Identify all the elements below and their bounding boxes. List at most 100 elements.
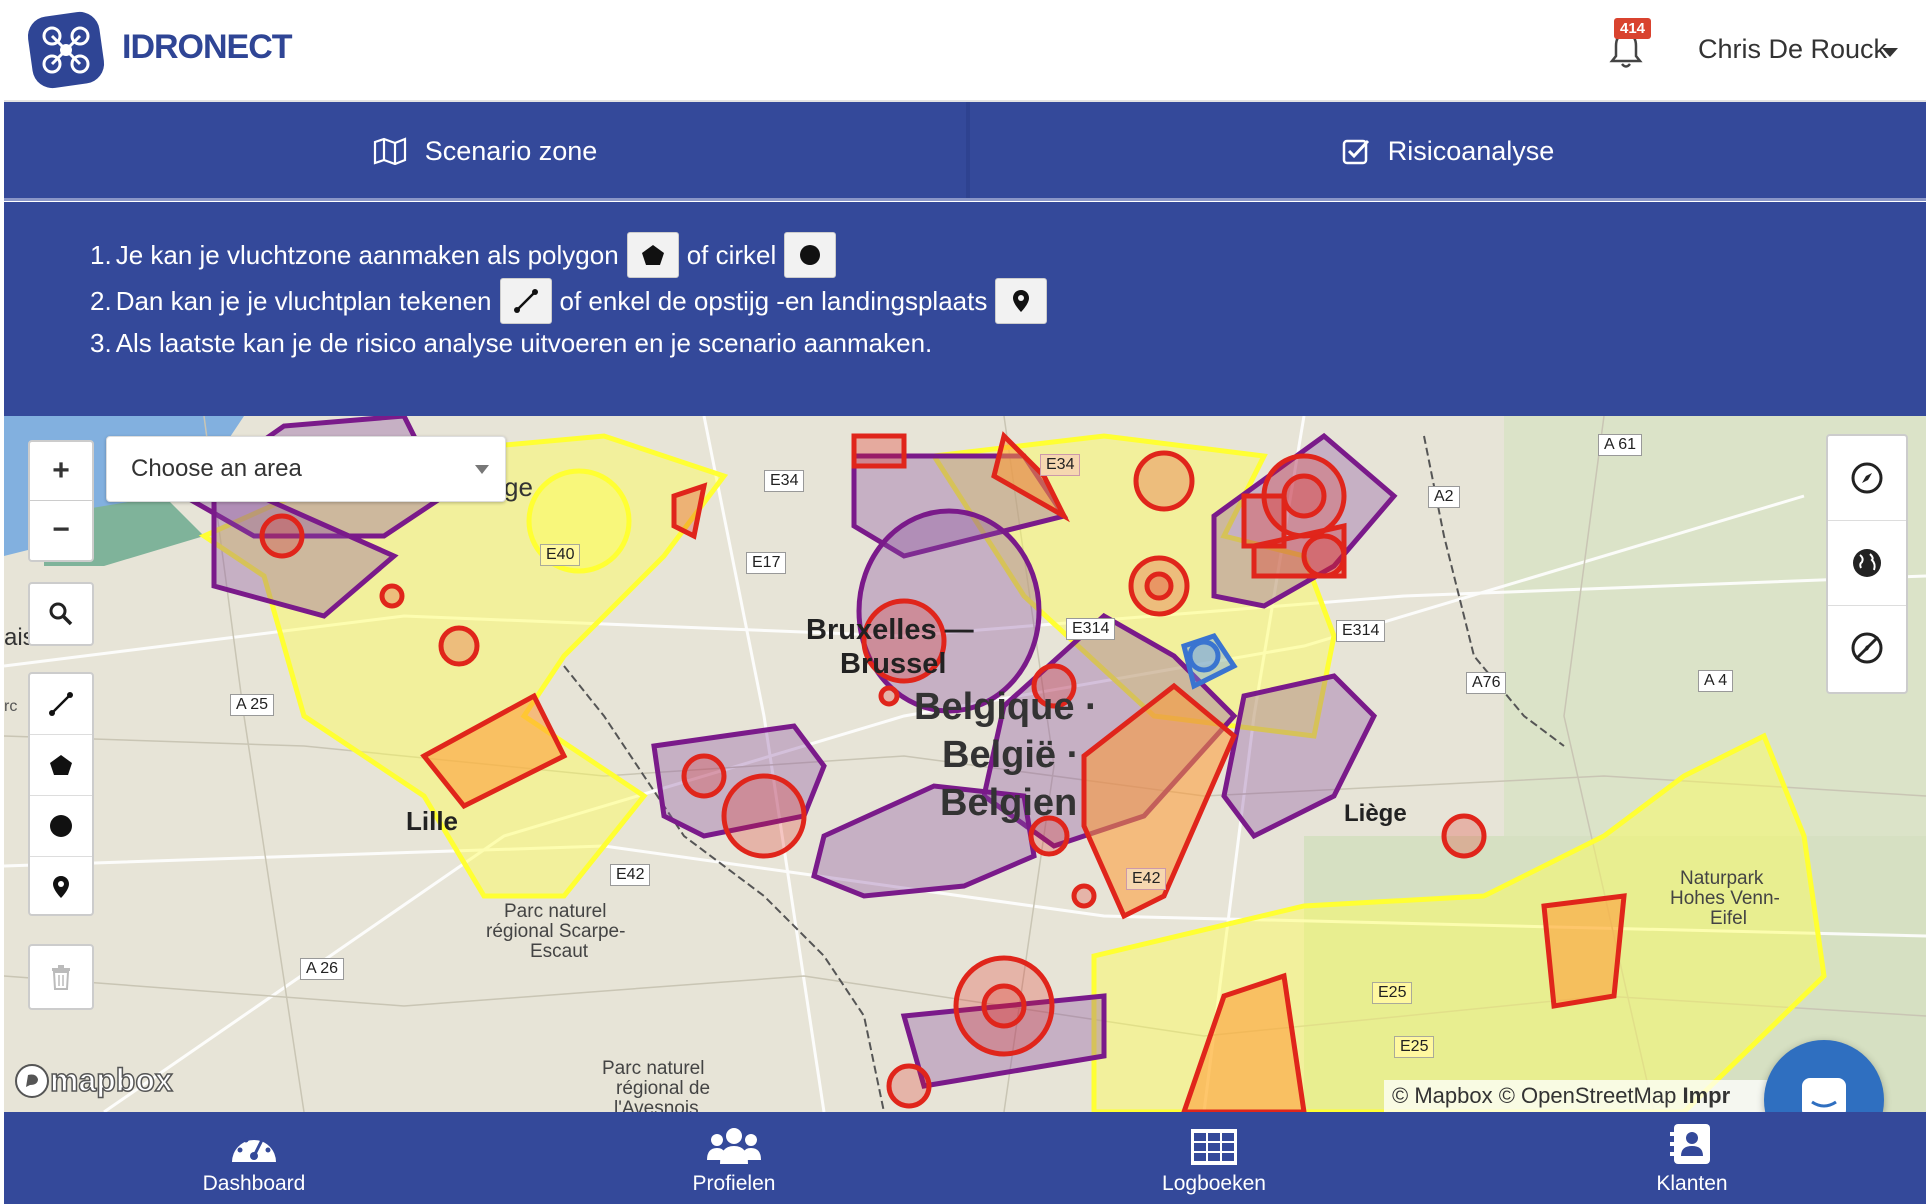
top-header: IDRONECT 414 Chris De Rouck bbox=[4, 0, 1926, 102]
zoom-control: + − bbox=[28, 440, 94, 562]
draw-line-button[interactable] bbox=[30, 674, 92, 734]
draw-marker-button[interactable] bbox=[30, 856, 92, 917]
compass-icon bbox=[1851, 462, 1883, 494]
nav-label: Klanten bbox=[1656, 1172, 1728, 1195]
map-label-brussel: Brussel bbox=[840, 648, 947, 680]
zoom-in-button[interactable]: + bbox=[30, 442, 92, 500]
map-label-park: Parc naturel bbox=[504, 901, 607, 922]
pentagon-icon bbox=[641, 245, 664, 265]
step-text: of cirkel bbox=[686, 239, 777, 270]
nav-dashboard[interactable]: Dashboard bbox=[134, 1112, 374, 1204]
map-label-park: Parc naturel bbox=[602, 1058, 705, 1079]
nav-label: Logboeken bbox=[1162, 1172, 1266, 1195]
map-label-belgien: Belgien bbox=[940, 782, 1078, 824]
map-label-naturpark: Naturpark bbox=[1680, 868, 1764, 889]
user-menu[interactable]: Chris De Rouck bbox=[1698, 34, 1887, 65]
map-label-partial: rc bbox=[4, 698, 18, 715]
compass-off-icon bbox=[1851, 632, 1883, 664]
map-label-belgique: Belgique · bbox=[914, 686, 1098, 728]
search-button[interactable] bbox=[28, 582, 94, 646]
nav-klanten[interactable]: Klanten bbox=[1572, 1112, 1812, 1204]
road-shield: E314 bbox=[1066, 618, 1116, 640]
road-shield: A 4 bbox=[1698, 670, 1734, 692]
map-label-partial: ge bbox=[504, 472, 533, 502]
brand-name: IDRONECT bbox=[122, 28, 293, 66]
attribution-text[interactable]: © Mapbox © OpenStreetMap bbox=[1392, 1083, 1676, 1109]
step-number: 1. bbox=[90, 239, 112, 270]
nav-profielen[interactable]: Profielen bbox=[614, 1112, 854, 1204]
chevron-down-icon bbox=[475, 465, 489, 474]
trash-icon bbox=[52, 965, 70, 990]
map-label-park: Escaut bbox=[530, 941, 589, 962]
map-label-park: régional Scarpe- bbox=[486, 921, 626, 942]
tab-label: Risicoanalyse bbox=[1387, 135, 1555, 166]
circle-icon bbox=[50, 815, 72, 837]
map-icon bbox=[373, 137, 406, 165]
instruction-step-1: 1. Je kan je vluchtzone aanmaken als pol… bbox=[88, 232, 842, 278]
improve-map-link[interactable]: Impr bbox=[1682, 1083, 1730, 1109]
step-number: 3. bbox=[90, 328, 112, 358]
mapbox-logo[interactable]: mapbox bbox=[14, 1061, 173, 1099]
map-label-liege: Liège bbox=[1344, 800, 1407, 827]
map-label-park: régional de bbox=[616, 1078, 711, 1099]
globe-button[interactable] bbox=[1828, 520, 1906, 605]
table-icon bbox=[1191, 1129, 1237, 1165]
step-text: Als laatste kan je de risico analyse uit… bbox=[115, 328, 933, 358]
contact-icon bbox=[1670, 1124, 1710, 1164]
nav-label: Dashboard bbox=[202, 1172, 306, 1195]
step-text: Je kan je vluchtzone aanmaken als polygo… bbox=[115, 239, 619, 270]
road-shield: A 26 bbox=[300, 958, 345, 980]
road-shield: E25 bbox=[1394, 1036, 1435, 1058]
road-shield: E42 bbox=[610, 864, 651, 886]
polygon-tool-chip bbox=[626, 232, 679, 278]
road-shield: A2 bbox=[1428, 486, 1460, 508]
map-label-park: l'Avesnois bbox=[614, 1098, 699, 1112]
compass-button[interactable] bbox=[1828, 436, 1906, 520]
globe-icon bbox=[1853, 549, 1881, 577]
chevron-down-icon[interactable] bbox=[1882, 48, 1898, 57]
notification-badge: 414 bbox=[1614, 18, 1652, 39]
step-text: of enkel de opstijg -en landingsplaats bbox=[559, 285, 988, 316]
mapbox-icon bbox=[15, 1063, 49, 1098]
draw-polygon-button[interactable] bbox=[30, 734, 92, 795]
line-icon bbox=[513, 289, 538, 313]
instructions-panel: 1. Je kan je vluchtzone aanmaken als pol… bbox=[4, 202, 1926, 416]
checkbox-icon bbox=[1342, 139, 1369, 165]
mapbox-logo-text: mapbox bbox=[49, 1061, 173, 1099]
instruction-step-2: 2. Dan kan je je vluchtplan tekenen of e… bbox=[88, 278, 1053, 324]
users-icon bbox=[707, 1128, 761, 1164]
tab-scenario-zone[interactable]: Scenario zone bbox=[4, 102, 966, 200]
drone-logo-icon[interactable] bbox=[24, 8, 108, 92]
draw-toolbar bbox=[28, 672, 94, 916]
draw-circle-button[interactable] bbox=[30, 795, 92, 856]
bottom-nav: Dashboard Profielen Logboeken Klanten bbox=[4, 1112, 1926, 1204]
no-direction-button[interactable] bbox=[1828, 605, 1906, 690]
circle-tool-chip bbox=[784, 232, 837, 278]
tab-bar: Scenario zone Risicoanalyse bbox=[4, 102, 1926, 200]
map-pin-icon bbox=[53, 876, 69, 898]
nav-label: Profielen bbox=[692, 1172, 776, 1195]
marker-tool-chip bbox=[995, 278, 1048, 324]
road-shield: A 25 bbox=[230, 694, 275, 716]
road-shield: E34 bbox=[1040, 454, 1081, 476]
line-tool-chip bbox=[499, 278, 552, 324]
road-shield: E42 bbox=[1126, 868, 1167, 890]
tab-label: Scenario zone bbox=[424, 135, 598, 166]
zoom-out-button[interactable]: − bbox=[30, 500, 92, 559]
map-canvas[interactable]: Bruxelles — Brussel Belgique · België · … bbox=[4, 416, 1926, 1112]
circle-icon bbox=[800, 245, 821, 265]
pentagon-icon bbox=[50, 755, 72, 775]
area-select-dropdown[interactable]: Choose an area bbox=[106, 436, 506, 502]
nav-logboeken[interactable]: Logboeken bbox=[1094, 1112, 1334, 1204]
road-shield: E314 bbox=[1336, 620, 1386, 642]
delete-button[interactable] bbox=[28, 944, 94, 1010]
road-shield: A76 bbox=[1466, 672, 1507, 694]
instruction-step-3: 3. Als laatste kan je de risico analyse … bbox=[88, 328, 934, 359]
area-select-label: Choose an area bbox=[131, 455, 302, 482]
tab-risicoanalyse[interactable]: Risicoanalyse bbox=[970, 102, 1926, 200]
map-label-naturpark: Eifel bbox=[1710, 908, 1747, 929]
line-icon bbox=[49, 692, 73, 716]
road-shield: A 61 bbox=[1598, 434, 1643, 456]
tab-underline bbox=[4, 198, 1926, 201]
road-shield: E25 bbox=[1372, 982, 1413, 1004]
